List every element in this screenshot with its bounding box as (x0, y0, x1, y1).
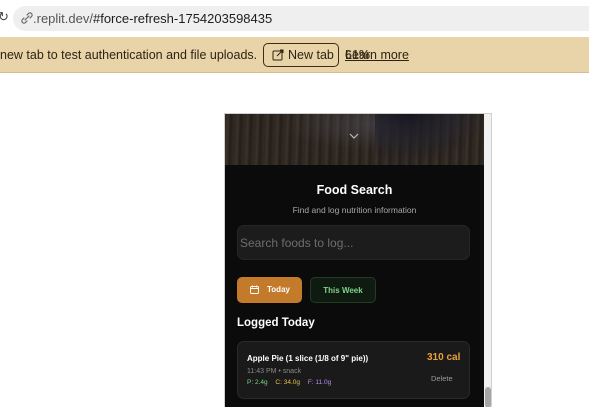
hero-image (225, 114, 485, 165)
delete-button[interactable]: Delete (431, 374, 453, 383)
entry-time-meal: 11:43 PM • snack (247, 368, 302, 375)
food-entry-card: Apple Pie (1 slice (1/8 of 9" pie)) 310 … (237, 341, 470, 399)
fat-value: F: 11.0g (307, 379, 332, 386)
section-title: Logged Today (237, 317, 315, 329)
chevron-down-icon[interactable] (349, 132, 359, 140)
today-button[interactable]: Today (237, 277, 302, 303)
carbs-value: C: 34.0g (275, 379, 300, 386)
scrollbar-thumb[interactable] (485, 387, 491, 407)
today-label: Today (267, 285, 290, 294)
this-week-label: This Week (323, 286, 363, 295)
this-week-button[interactable]: This Week (310, 277, 376, 303)
page-subtitle: Find and log nutrition information (292, 205, 417, 215)
food-search-panel: Food Search Find and log nutrition infor… (225, 165, 484, 407)
open-external-icon (272, 49, 284, 61)
scrollbar[interactable] (484, 114, 491, 407)
site-settings-icon[interactable] (20, 11, 34, 25)
protein-value: P: 2.4g (247, 379, 268, 386)
calendar-icon (250, 285, 259, 294)
food-name: Apple Pie (1 slice (1/8 of 9" pie)) (247, 354, 369, 363)
url-bar: ↻ .replit.dev/#force-refresh-17542035984… (0, 0, 589, 36)
info-banner: new tab to test authentication and file … (0, 37, 589, 73)
app-preview: Food Search Find and log nutrition infor… (224, 113, 492, 407)
macro-list: P: 2.4g C: 34.0g F: 11.0g (247, 379, 337, 386)
address-field[interactable]: .replit.dev/#force-refresh-1754203598435 (13, 6, 589, 31)
new-tab-button[interactable]: New tab (263, 43, 339, 67)
url-text: .replit.dev/#force-refresh-1754203598435 (33, 11, 273, 26)
calorie-count: 310 cal (427, 352, 461, 363)
banner-message: new tab to test authentication and file … (0, 48, 258, 62)
reload-icon[interactable]: ↻ (0, 9, 12, 25)
search-input[interactable] (237, 225, 470, 260)
zoom-indicator: 61% (345, 48, 371, 62)
page-title: Food Search (316, 183, 393, 197)
new-tab-label: New tab (288, 48, 334, 62)
